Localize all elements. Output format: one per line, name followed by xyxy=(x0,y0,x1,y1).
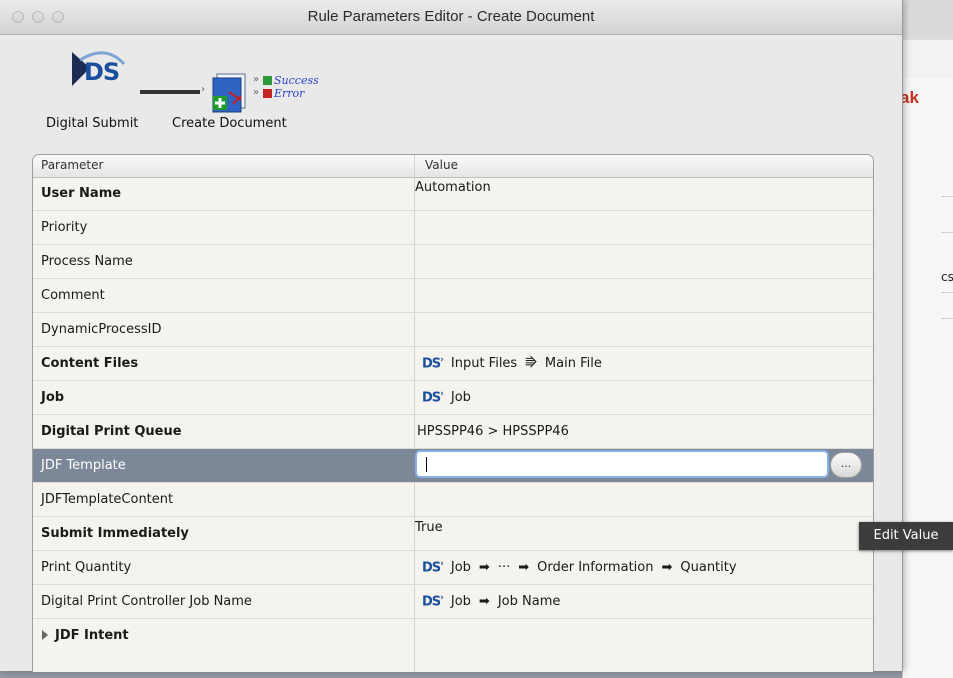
edit-value-button[interactable]: ... xyxy=(830,452,862,478)
table-row[interactable]: Content Files DS› Input Files ⭆ Main Fil… xyxy=(33,347,873,381)
column-header-parameter[interactable]: Parameter xyxy=(41,158,103,172)
parameter-name: Content Files xyxy=(41,356,139,371)
parameter-name: Submit Immediately xyxy=(41,526,189,541)
document-add-graphic xyxy=(212,73,246,113)
path-segment: Order Information xyxy=(537,559,654,575)
ds-variable-icon: DS› xyxy=(422,389,444,406)
error-label: Error xyxy=(274,87,305,100)
parameter-name: Process Name xyxy=(41,254,133,269)
table-row-selected[interactable]: JDF Template ... xyxy=(33,449,873,483)
rule-parameters-editor-window: Rule Parameters Editor - Create Document… xyxy=(0,0,903,672)
flow-connector xyxy=(140,90,200,94)
path-arrow-icon: ➡ xyxy=(661,559,673,575)
digital-submit-label: Digital Submit xyxy=(46,116,139,131)
path-segment: ··· xyxy=(497,559,511,575)
window-title: Rule Parameters Editor - Create Document xyxy=(307,8,595,25)
background-divider xyxy=(941,318,953,319)
parameter-value-path[interactable]: DS› Input Files ⭆ Main File xyxy=(422,355,602,371)
success-check-icon xyxy=(263,76,272,85)
parameter-value-path[interactable]: DS› Job xyxy=(422,389,471,405)
group-row-jdf-intent[interactable]: JDF Intent xyxy=(33,619,873,653)
parameters-table: Parameter Value User Name Automation Pri… xyxy=(32,154,874,672)
table-row[interactable]: JDFTemplateContent xyxy=(33,483,873,517)
table-row[interactable]: Digital Print Controller Job Name DS› Jo… xyxy=(33,585,873,619)
path-arrow-icon: ➡ xyxy=(518,559,530,575)
table-row[interactable]: Comment xyxy=(33,279,873,313)
background-app-pane xyxy=(902,78,953,678)
background-divider xyxy=(941,196,953,197)
table-row[interactable]: Job DS› Job xyxy=(33,381,873,415)
disclosure-triangle-icon[interactable] xyxy=(42,630,48,640)
table-row[interactable]: Digital Print Queue HPSSPP46 > HPSSPP46 xyxy=(33,415,873,449)
parameter-value[interactable]: HPSSPP46 > HPSSPP46 xyxy=(417,424,569,439)
parameter-name: Digital Print Queue xyxy=(41,424,182,439)
table-row[interactable]: User Name Automation xyxy=(33,177,873,211)
table-row[interactable]: Submit Immediately True xyxy=(33,517,873,551)
text-caret xyxy=(426,457,427,472)
parameter-value-path[interactable]: DS› Job ➡ Job Name xyxy=(422,593,560,609)
table-row[interactable]: DynamicProcessID xyxy=(33,313,873,347)
background-app-toolbar xyxy=(896,0,953,39)
parameter-name: Job xyxy=(41,390,65,405)
parameter-name: JDFTemplateContent xyxy=(41,492,174,507)
path-segment: Job xyxy=(450,593,471,609)
ds-variable-icon: DS› xyxy=(422,355,444,372)
double-chevron-icon: » xyxy=(253,74,260,85)
path-arrow-icon: ⭆ xyxy=(525,355,537,371)
path-segment: Input Files xyxy=(450,355,518,371)
parameter-value[interactable]: Automation xyxy=(415,180,491,195)
background-divider xyxy=(941,292,953,293)
title-bar[interactable]: Rule Parameters Editor - Create Document xyxy=(0,0,902,35)
ds-variable-icon: DS› xyxy=(422,559,444,576)
path-arrow-icon: ➡ xyxy=(478,559,490,575)
table-row[interactable]: Process Name xyxy=(33,245,873,279)
background-app-tab xyxy=(902,38,953,80)
success-output[interactable]: Success xyxy=(263,74,319,87)
success-label: Success xyxy=(274,74,319,87)
background-label-fragment: cs xyxy=(941,270,953,284)
path-arrow-icon: ➡ xyxy=(478,593,490,609)
parameter-name: Print Quantity xyxy=(41,560,132,575)
path-segment: Job xyxy=(450,559,471,575)
create-document-label: Create Document xyxy=(172,116,287,131)
error-output[interactable]: Error xyxy=(263,87,304,100)
column-header-value[interactable]: Value xyxy=(425,158,458,172)
path-segment: Job xyxy=(450,389,471,405)
create-document-icon[interactable] xyxy=(207,70,253,116)
path-segment: Quantity xyxy=(680,559,737,575)
group-label: JDF Intent xyxy=(55,628,129,643)
error-x-icon xyxy=(263,89,272,98)
parameter-value-path[interactable]: DS› Job ➡ ··· ➡ Order Information ➡ Quan… xyxy=(422,559,737,575)
table-row[interactable]: Priority xyxy=(33,211,873,245)
parameter-name: JDF Template xyxy=(41,458,126,473)
path-segment: Job Name xyxy=(497,593,561,609)
background-divider xyxy=(941,232,953,233)
parameter-name: Priority xyxy=(41,220,88,235)
parameter-name: DynamicProcessID xyxy=(41,322,162,337)
parameter-value[interactable]: True xyxy=(415,520,443,535)
digital-submit-icon[interactable]: DS xyxy=(70,50,128,90)
table-header: Parameter Value xyxy=(33,155,873,178)
parameter-name: Digital Print Controller Job Name xyxy=(41,594,252,609)
chevron-right-icon: › xyxy=(201,84,205,95)
jdf-template-value-input[interactable] xyxy=(415,450,829,478)
parameter-name: Comment xyxy=(41,288,105,303)
double-chevron-icon: » xyxy=(253,87,260,98)
path-segment: Main File xyxy=(544,355,602,371)
ds-logo-text: DS xyxy=(84,58,120,86)
table-row[interactable]: Print Quantity DS› Job ➡ ··· ➡ Order Inf… xyxy=(33,551,873,585)
edit-value-tooltip: Edit Value xyxy=(859,522,953,550)
ds-variable-icon: DS› xyxy=(422,593,444,610)
parameter-name: User Name xyxy=(41,186,122,201)
